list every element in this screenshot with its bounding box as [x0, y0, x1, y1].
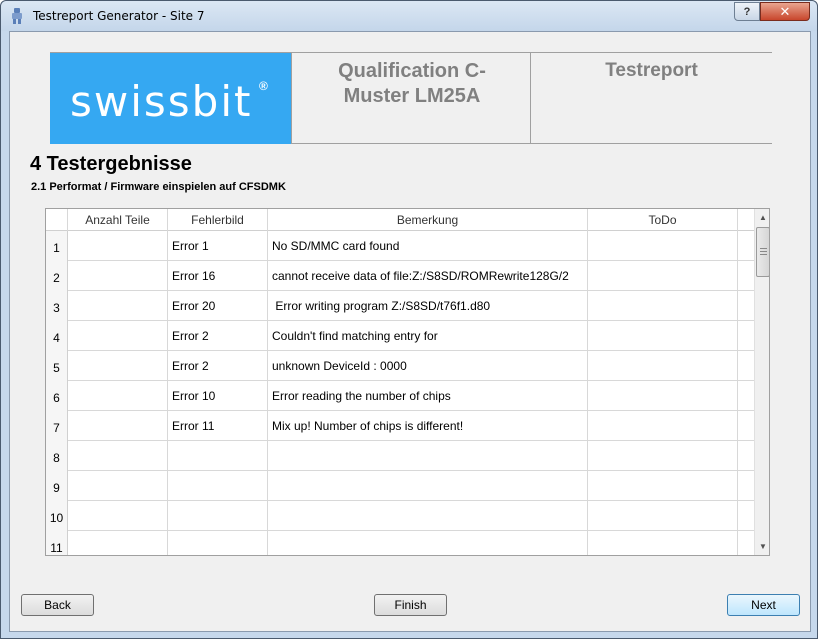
cell-fehlerbild[interactable]: Error 16 [168, 261, 268, 291]
cell-todo[interactable] [588, 411, 738, 441]
qualification-cell: Qualification C-Muster LM25A [291, 53, 531, 144]
cell-bemerkung[interactable]: No SD/MMC card found [268, 231, 588, 261]
cell-fehlerbild[interactable]: Error 2 [168, 321, 268, 351]
cell-fehlerbild[interactable]: Error 10 [168, 381, 268, 411]
scroll-up-icon[interactable]: ▲ [755, 209, 769, 226]
cell-todo[interactable] [588, 441, 738, 471]
title-bar[interactable]: Testreport Generator - Site 7 ? ✕ [1, 1, 817, 31]
cell-bemerkung[interactable] [268, 441, 588, 471]
cell-anzahl[interactable] [68, 381, 168, 411]
cell-todo[interactable] [588, 291, 738, 321]
table-row[interactable]: 1 Error 1 No SD/MMC card found [46, 231, 754, 261]
row-number[interactable]: 11 [46, 531, 68, 555]
row-number[interactable]: 1 [46, 231, 68, 261]
table-row[interactable]: 6 Error 10 Error reading the number of c… [46, 381, 754, 411]
table-row[interactable]: 3 Error 20 Error writing program Z:/S8SD… [46, 291, 754, 321]
table-row[interactable]: 2 Error 16 cannot receive data of file:Z… [46, 261, 754, 291]
scroll-down-icon[interactable]: ▼ [755, 538, 769, 555]
table-row[interactable]: 7 Error 11 Mix up! Number of chips is di… [46, 411, 754, 441]
cell-fehlerbild[interactable]: Error 2 [168, 351, 268, 381]
vertical-scrollbar[interactable]: ▲ ▼ [754, 209, 769, 555]
cell-bemerkung[interactable]: Couldn't find matching entry for [268, 321, 588, 351]
cell-todo[interactable] [588, 351, 738, 381]
cell-fehlerbild[interactable]: Error 11 [168, 411, 268, 441]
row-number[interactable]: 9 [46, 471, 68, 501]
cell-anzahl[interactable] [68, 411, 168, 441]
cell-fehlerbild[interactable]: Error 1 [168, 231, 268, 261]
cell-fehlerbild[interactable]: Error 20 [168, 291, 268, 321]
cell-anzahl[interactable] [68, 261, 168, 291]
cell-fehlerbild[interactable] [168, 531, 268, 555]
company-logo: swissbit ® [50, 53, 291, 144]
table-row[interactable]: 8 [46, 441, 754, 471]
table-header: Anzahl Teile Fehlerbild Bemerkung ToDo [46, 209, 754, 231]
table-row[interactable]: 9 [46, 471, 754, 501]
row-number[interactable]: 8 [46, 441, 68, 471]
page-title: 4 Testergebnisse [30, 153, 192, 175]
cell-todo[interactable] [588, 381, 738, 411]
table-row[interactable]: 5 Error 2 unknown DeviceId : 0000 [46, 351, 754, 381]
results-table[interactable]: Anzahl Teile Fehlerbild Bemerkung ToDo 1… [45, 208, 770, 556]
row-number[interactable]: 4 [46, 321, 68, 351]
finish-button[interactable]: Finish [374, 594, 447, 616]
app-window: Testreport Generator - Site 7 ? ✕ swissb… [0, 0, 818, 639]
logo-text: swissbit [70, 77, 253, 126]
registered-mark: ® [259, 79, 268, 93]
cell-todo[interactable] [588, 231, 738, 261]
page-subtitle: 2.1 Performat / Firmware einspielen auf … [31, 181, 286, 193]
row-number[interactable]: 7 [46, 411, 68, 441]
report-cell: Testreport [531, 53, 772, 144]
close-button[interactable]: ✕ [760, 2, 810, 21]
cell-anzahl[interactable] [68, 531, 168, 555]
table-row[interactable]: 10 [46, 501, 754, 531]
qualification-title: Qualification C-Muster LM25A [338, 60, 486, 107]
cell-bemerkung[interactable]: unknown DeviceId : 0000 [268, 351, 588, 381]
cell-todo[interactable] [588, 321, 738, 351]
scroll-thumb[interactable] [756, 227, 769, 277]
cell-todo[interactable] [588, 261, 738, 291]
next-button[interactable]: Next [727, 594, 800, 616]
cell-fehlerbild[interactable] [168, 471, 268, 501]
cell-bemerkung[interactable] [268, 501, 588, 531]
cell-anzahl[interactable] [68, 471, 168, 501]
row-number[interactable]: 3 [46, 291, 68, 321]
cell-todo[interactable] [588, 471, 738, 501]
header-corner[interactable] [46, 209, 68, 231]
column-header-bemerkung[interactable]: Bemerkung [268, 209, 588, 231]
cell-anzahl[interactable] [68, 441, 168, 471]
cell-anzahl[interactable] [68, 501, 168, 531]
row-number[interactable]: 6 [46, 381, 68, 411]
cell-fehlerbild[interactable] [168, 441, 268, 471]
cell-bemerkung[interactable]: Error reading the number of chips [268, 381, 588, 411]
cell-fehlerbild[interactable] [168, 501, 268, 531]
cell-bemerkung[interactable] [268, 531, 588, 555]
report-title: Testreport [605, 60, 698, 81]
back-button[interactable]: Back [21, 594, 94, 616]
cell-bemerkung[interactable] [268, 471, 588, 501]
cell-bemerkung[interactable]: Error writing program Z:/S8SD/t76f1.d80 [268, 291, 588, 321]
window-title: Testreport Generator - Site 7 [33, 9, 205, 23]
app-icon [12, 8, 22, 24]
column-header-anzahl[interactable]: Anzahl Teile [68, 209, 168, 231]
help-button[interactable]: ? [734, 2, 760, 21]
wizard-page: swissbit ® Qualification C-Muster LM25A … [9, 31, 811, 632]
cell-anzahl[interactable] [68, 231, 168, 261]
cell-anzahl[interactable] [68, 291, 168, 321]
cell-todo[interactable] [588, 531, 738, 555]
report-header: swissbit ® Qualification C-Muster LM25A … [50, 52, 772, 144]
cell-anzahl[interactable] [68, 321, 168, 351]
table-row[interactable]: 4 Error 2 Couldn't find matching entry f… [46, 321, 754, 351]
table-row[interactable]: 11 [46, 531, 754, 555]
cell-bemerkung[interactable]: cannot receive data of file:Z:/S8SD/ROMR… [268, 261, 588, 291]
cell-anzahl[interactable] [68, 351, 168, 381]
column-header-todo[interactable]: ToDo [588, 209, 738, 231]
row-number[interactable]: 10 [46, 501, 68, 531]
row-number[interactable]: 5 [46, 351, 68, 381]
cell-bemerkung[interactable]: Mix up! Number of chips is different! [268, 411, 588, 441]
row-number[interactable]: 2 [46, 261, 68, 291]
column-header-fehlerbild[interactable]: Fehlerbild [168, 209, 268, 231]
cell-todo[interactable] [588, 501, 738, 531]
